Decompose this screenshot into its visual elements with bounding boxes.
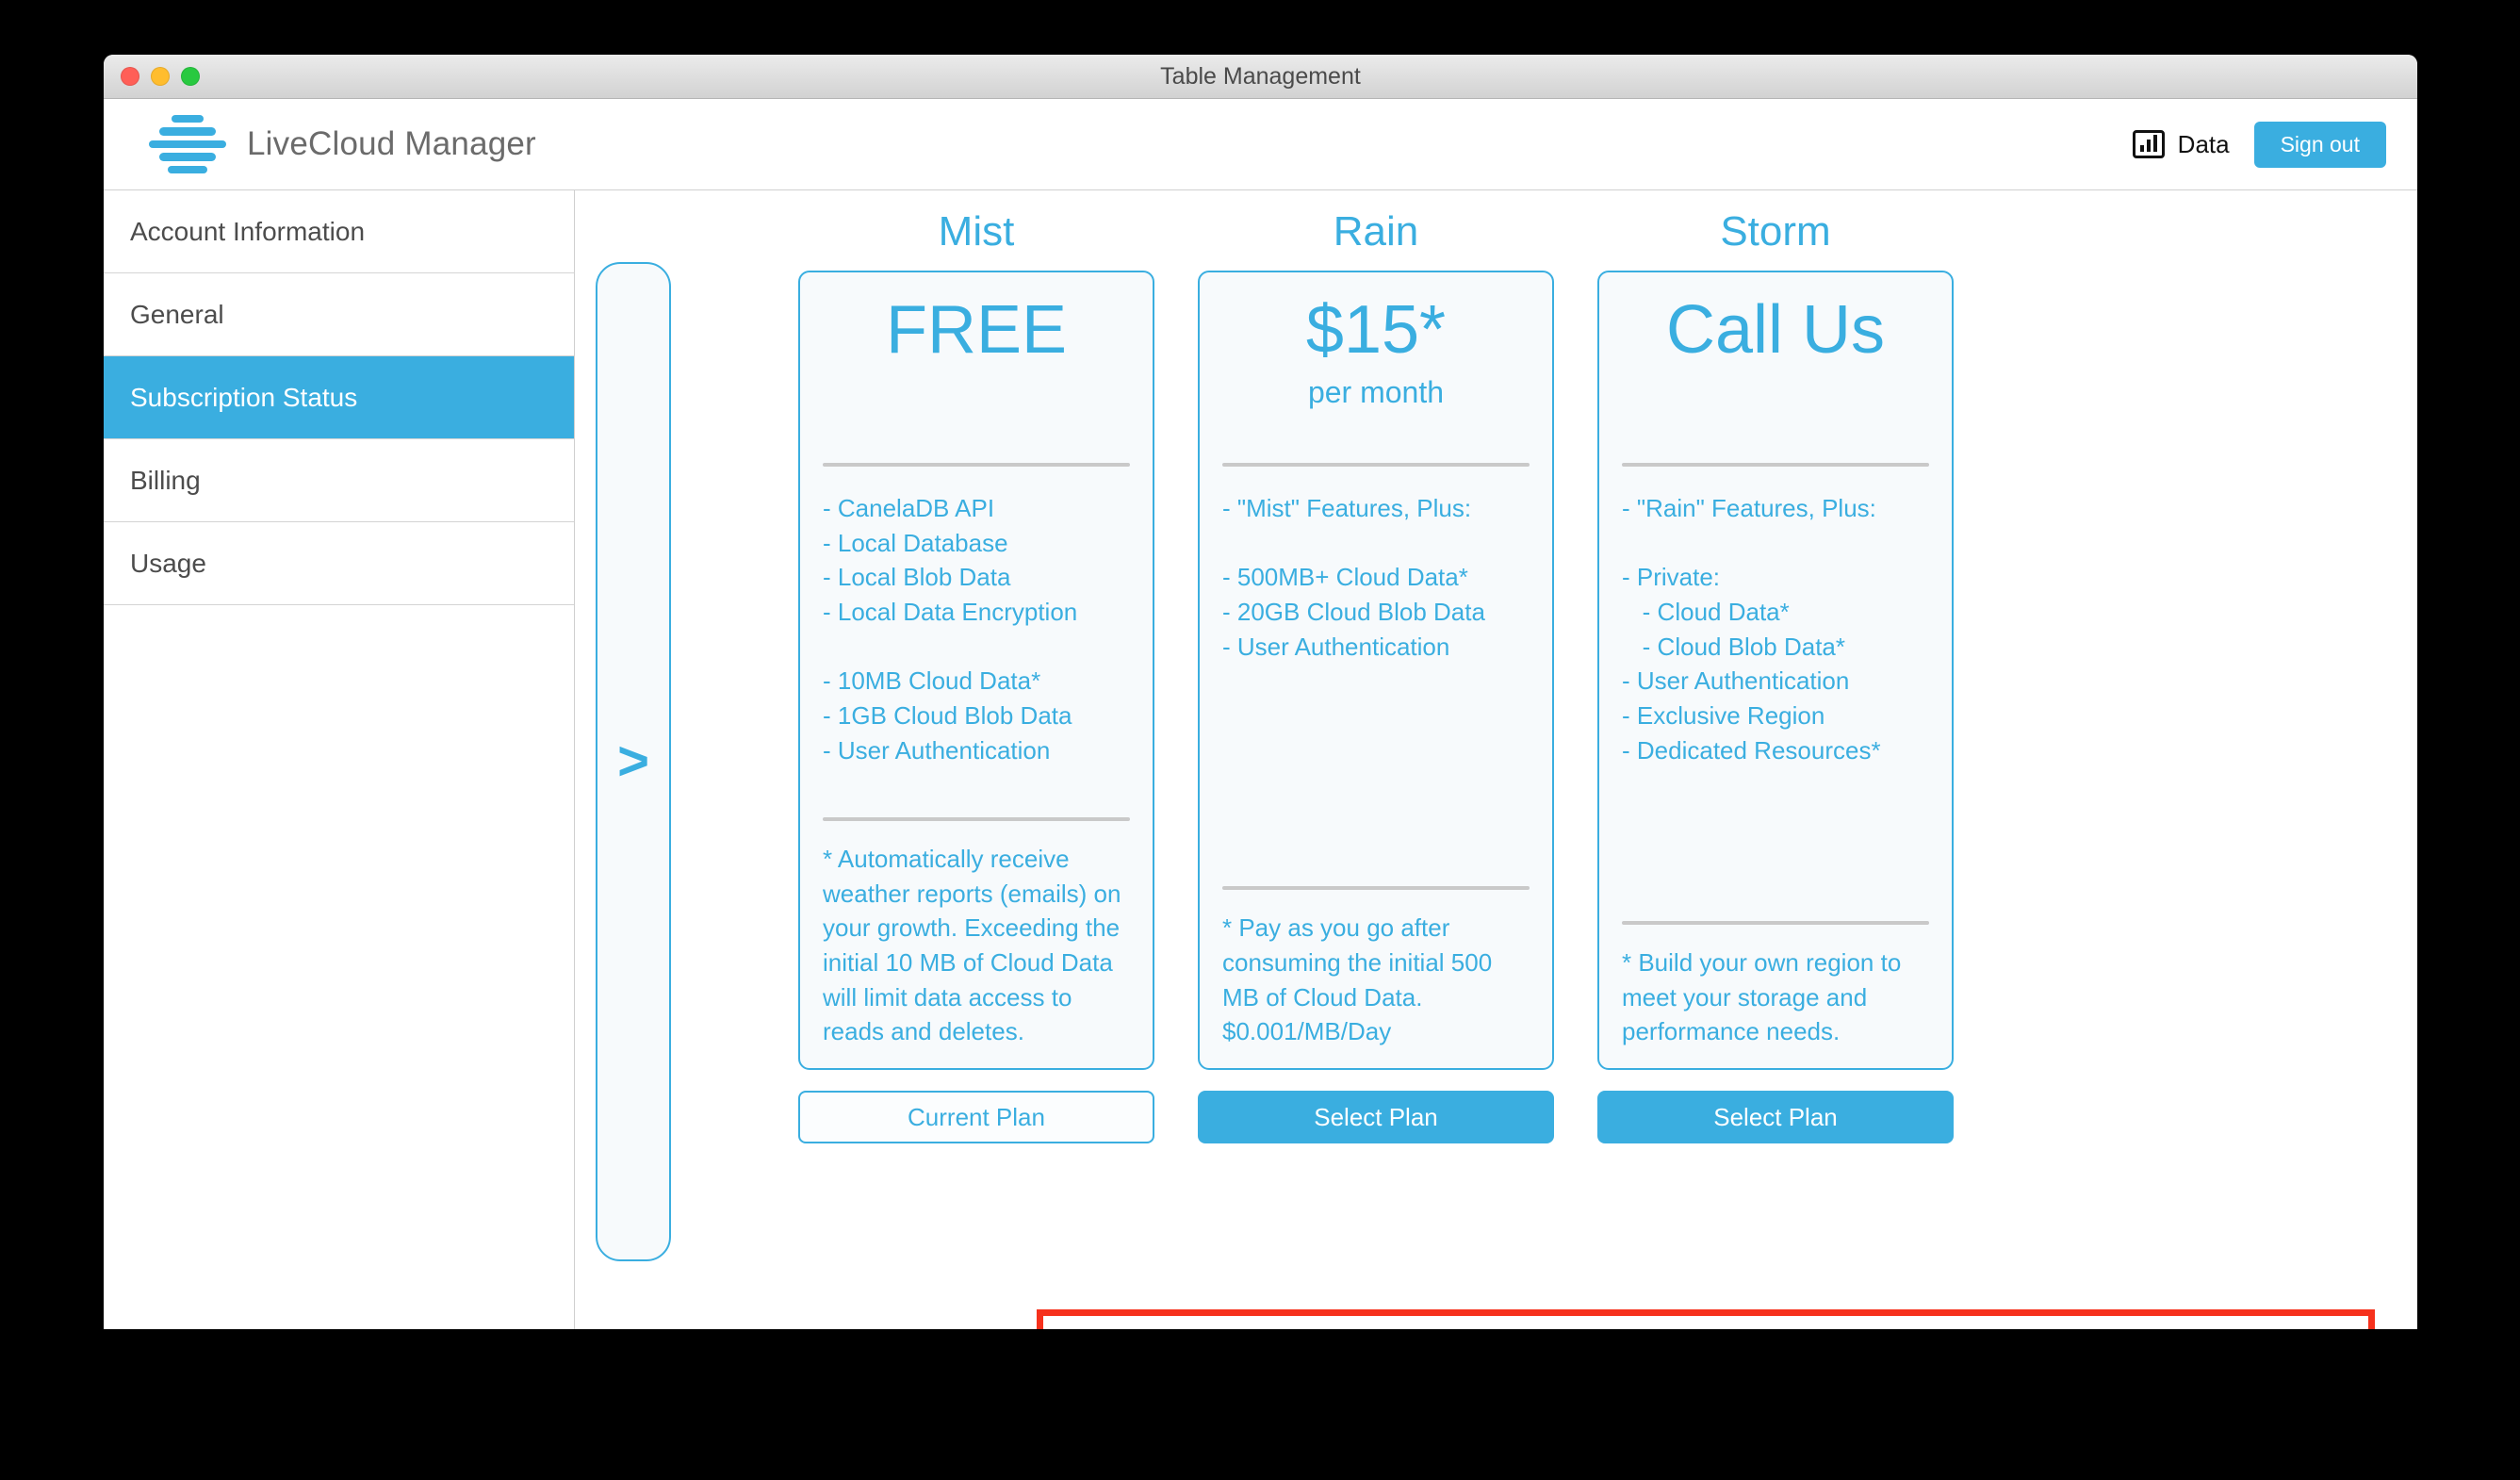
app-body: Account Information General Subscription…: [104, 190, 2417, 1329]
divider-top-rain: [1222, 463, 1530, 467]
data-link[interactable]: Data: [2132, 129, 2230, 159]
stacked-bars-logo-icon: [149, 114, 226, 174]
plan-price-block-mist: FREE: [819, 286, 1134, 444]
divider-top-storm: [1622, 463, 1929, 467]
plan-price-block-rain: $15* per month: [1219, 286, 1533, 444]
divider-bottom-mist: [823, 817, 1130, 822]
sidebar-item-account-information[interactable]: Account Information: [104, 190, 574, 273]
header-actions: Data Sign out: [2132, 121, 2386, 168]
plans-container: Mist FREE - CanelaDB API - Local Databas…: [777, 190, 2391, 1143]
plan-column-rain: Rain $15* per month - "Mist" Features, P…: [1198, 190, 1554, 1143]
sidebar: Account Information General Subscription…: [104, 190, 575, 1329]
divider-bottom-rain: [1222, 886, 1530, 891]
sidebar-item-billing[interactable]: Billing: [104, 439, 574, 522]
plan-period-rain: per month: [1307, 375, 1445, 410]
plan-features-rain: - "Mist" Features, Plus: - 500MB+ Cloud …: [1222, 494, 1485, 661]
select-plan-button-rain[interactable]: Select Plan: [1198, 1091, 1554, 1143]
app-window: Table Management LiveCloud Manager Data …: [104, 55, 2417, 1329]
plan-features-mist: - CanelaDB API - Local Database - Local …: [823, 494, 1078, 765]
plan-title-storm: Storm: [1720, 208, 1831, 255]
current-plan-button-mist[interactable]: Current Plan: [798, 1091, 1154, 1143]
content-area: > Mist FREE - CanelaDB API - Local Datab…: [575, 190, 2417, 1329]
plan-card-storm: Call Us - "Rain" Features, Plus: - Priva…: [1597, 271, 1954, 1070]
plan-card-rain: $15* per month - "Mist" Features, Plus: …: [1198, 271, 1554, 1070]
bar-chart-icon: [2132, 130, 2165, 158]
close-window-icon[interactable]: [121, 67, 139, 86]
plan-price-rain: $15*: [1305, 292, 1447, 368]
select-plan-button-storm[interactable]: Select Plan: [1597, 1091, 1954, 1143]
minimize-window-icon[interactable]: [151, 67, 170, 86]
sidebar-item-general[interactable]: General: [104, 273, 574, 356]
plan-features-storm: - "Rain" Features, Plus: - Private: - Cl…: [1622, 494, 1881, 765]
sidebar-item-subscription-status[interactable]: Subscription Status: [104, 356, 574, 439]
plan-title-mist: Mist: [938, 208, 1015, 255]
plan-footnote-rain: * Pay as you go after consuming the init…: [1222, 913, 1499, 1046]
window-titlebar: Table Management: [104, 55, 2417, 99]
divider-bottom-storm: [1622, 921, 1929, 926]
plan-column-storm: Storm Call Us - "Rain" Features, Plus: -…: [1597, 190, 1954, 1143]
maximize-window-icon[interactable]: [181, 67, 200, 86]
data-label: Data: [2177, 129, 2230, 158]
promo-code-row: Promo Code: Apply: [1037, 1309, 2375, 1329]
plan-footnote-mist: * Automatically receive weather reports …: [823, 845, 1128, 1046]
next-page-panel[interactable]: >: [596, 262, 671, 1261]
plan-price-block-storm: Call Us: [1618, 286, 1933, 444]
app-header: LiveCloud Manager Data Sign out: [104, 99, 2417, 190]
sign-out-button[interactable]: Sign out: [2253, 121, 2386, 168]
plan-price-storm: Call Us: [1665, 292, 1886, 368]
brand-name: LiveCloud Manager: [247, 125, 536, 162]
chevron-right-icon: >: [617, 731, 649, 792]
plan-card-mist: FREE - CanelaDB API - Local Database - L…: [798, 271, 1154, 1070]
window-controls: [121, 67, 200, 86]
window-title: Table Management: [1160, 62, 1361, 90]
divider-top-mist: [823, 463, 1130, 467]
plan-footnote-storm: * Build your own region to meet your sto…: [1622, 948, 1908, 1046]
plan-title-rain: Rain: [1333, 208, 1419, 255]
plan-column-mist: Mist FREE - CanelaDB API - Local Databas…: [798, 190, 1154, 1143]
plan-price-mist: FREE: [885, 292, 1068, 368]
brand: LiveCloud Manager: [149, 114, 536, 174]
sidebar-item-usage[interactable]: Usage: [104, 522, 574, 605]
